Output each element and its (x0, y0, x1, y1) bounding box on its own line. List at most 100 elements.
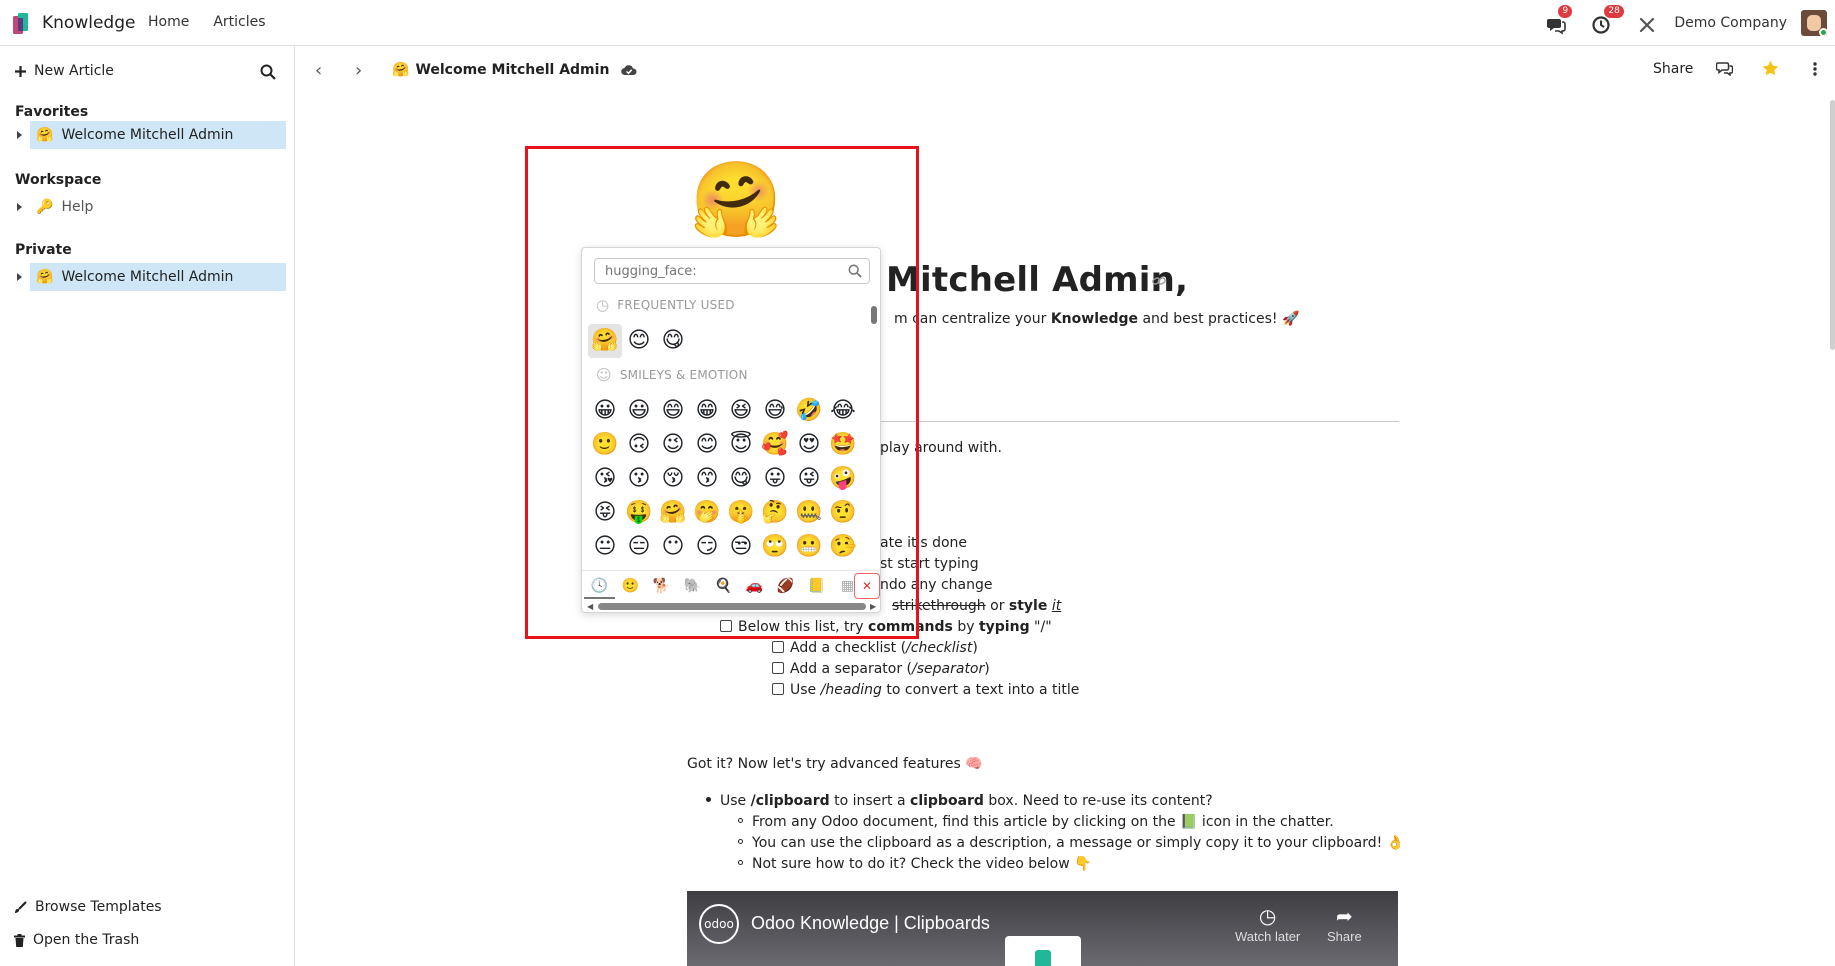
emoji-button[interactable]: 🙂 (588, 428, 622, 462)
favorite-star-icon[interactable] (1762, 60, 1779, 76)
emoji-button[interactable]: 🤥 (826, 530, 860, 564)
watch-later-button[interactable]: ◷ Watch later (1235, 905, 1300, 944)
bullet-dot (706, 797, 711, 802)
workspace-item-help[interactable]: 🔑 Help (30, 193, 286, 221)
emoji-button[interactable]: 😄 (656, 394, 690, 428)
emoji-row: 😐 😑 😶 😏 😒 🙄 😬 🤥 (588, 530, 860, 564)
favorite-item-welcome[interactable]: 🤗 Welcome Mitchell Admin (30, 121, 286, 149)
search-icon[interactable] (260, 64, 276, 80)
emoji-button[interactable]: 🤨 (826, 496, 860, 530)
breadcrumb-article-title[interactable]: 🤗 Welcome Mitchell Admin (392, 62, 637, 78)
checkbox[interactable] (720, 620, 732, 632)
emoji-button[interactable]: 🙄 (758, 530, 792, 564)
emoji-button[interactable]: 😏 (690, 530, 724, 564)
scrollbar-thumb[interactable] (871, 306, 877, 324)
emoji-button[interactable]: 😊 (690, 428, 724, 462)
checklist-text-end: ) (984, 661, 990, 677)
scroll-right-icon[interactable]: ▶ (870, 602, 876, 611)
article-icon-emoji[interactable]: 🤗 (690, 160, 782, 240)
checkbox[interactable] (772, 641, 784, 653)
emoji-button[interactable]: 😶 (656, 530, 690, 564)
company-switcher[interactable]: Demo Company (1674, 15, 1787, 31)
emoji-button[interactable]: 😗 (622, 462, 656, 496)
emoji-button[interactable]: 😆 (724, 394, 758, 428)
tab-food[interactable]: 🍳 (708, 573, 739, 599)
open-trash-button[interactable]: Open the Trash (14, 932, 139, 948)
emoji-button[interactable]: 😐 (588, 530, 622, 564)
favorites-item-expand-caret[interactable] (17, 131, 22, 139)
emoji-search-input[interactable] (594, 258, 870, 284)
user-avatar[interactable] (1801, 10, 1827, 36)
link-icon[interactable] (1152, 276, 1166, 286)
tab-smileys[interactable]: 🙂 (615, 573, 646, 599)
app-name[interactable]: Knowledge (42, 13, 135, 33)
forward-arrow-icon[interactable]: › (355, 60, 362, 81)
back-arrow-icon[interactable]: ‹ (315, 60, 322, 81)
emoji-button[interactable]: 😅 (758, 394, 792, 428)
emoji-button[interactable]: 😛 (758, 462, 792, 496)
emoji-button[interactable]: 🤭 (690, 496, 724, 530)
activities-button[interactable]: 28 (1592, 5, 1624, 34)
tabs-horizontal-scrollbar[interactable] (598, 603, 866, 610)
emoji-button[interactable]: 😃 (622, 394, 656, 428)
emoji-button[interactable]: 🙃 (622, 428, 656, 462)
emoji-button[interactable]: 😂 (826, 394, 860, 428)
emoji-button[interactable]: 🤫 (724, 496, 758, 530)
page-scrollbar[interactable] (1830, 100, 1835, 350)
emoji-button[interactable]: 😋 (656, 324, 690, 358)
emoji-list-scrollbar[interactable] (871, 296, 877, 554)
video-title[interactable]: Odoo Knowledge | Clipboards (751, 913, 990, 934)
private-item-welcome[interactable]: 🤗 Welcome Mitchell Admin (30, 263, 286, 291)
knowledge-app-icon[interactable] (12, 12, 30, 36)
tab-people[interactable]: 🐕 (646, 573, 677, 599)
emoji-button[interactable]: 😜 (792, 462, 826, 496)
share-arrow-icon: ➦ (1335, 906, 1353, 928)
share-button[interactable]: Share (1653, 61, 1693, 77)
close-picker-button[interactable]: ✕ (854, 573, 880, 599)
emoji-button[interactable]: 😘 (588, 462, 622, 496)
emoji-button[interactable]: 🤗 (588, 324, 622, 358)
scroll-left-icon[interactable]: ◀ (587, 602, 593, 611)
chatter-toggle-icon[interactable] (1716, 61, 1733, 76)
checkbox[interactable] (772, 683, 784, 695)
emoji-button[interactable]: 😝 (588, 496, 622, 530)
emoji-button[interactable]: 🤣 (792, 394, 826, 428)
menu-articles[interactable]: Articles (213, 14, 265, 30)
embedded-video[interactable]: odoo Odoo Knowledge | Clipboards ◷ Watch… (687, 891, 1398, 966)
more-options-icon[interactable] (1813, 62, 1817, 76)
checkbox[interactable] (772, 662, 784, 674)
debug-tools-button[interactable] (1638, 12, 1660, 34)
emoji-button[interactable]: 😙 (690, 462, 724, 496)
emoji-button[interactable]: 😚 (656, 462, 690, 496)
private-item-expand-caret[interactable] (17, 273, 22, 281)
emoji-button[interactable]: 🤗 (656, 496, 690, 530)
tab-activities[interactable]: 🏈 (770, 573, 801, 599)
tab-frequently-used[interactable]: 🕓 (584, 573, 615, 599)
menu-home[interactable]: Home (148, 14, 189, 30)
emoji-button[interactable]: 🤐 (792, 496, 826, 530)
emoji-button[interactable]: 😇 (724, 428, 758, 462)
emoji-button[interactable]: 😁 (690, 394, 724, 428)
emoji-button[interactable]: 😒 (724, 530, 758, 564)
tab-travel[interactable]: 🚗 (739, 573, 770, 599)
emoji-button[interactable]: 😊 (622, 324, 656, 358)
emoji-button[interactable]: 😉 (656, 428, 690, 462)
tab-animals[interactable]: 🐘 (677, 573, 708, 599)
tab-objects[interactable]: 📒 (801, 573, 832, 599)
emoji-button[interactable]: 🤑 (622, 496, 656, 530)
emoji-button[interactable]: 😬 (792, 530, 826, 564)
emoji-button[interactable]: 😀 (588, 394, 622, 428)
emoji-button[interactable]: 🤪 (826, 462, 860, 496)
browse-templates-button[interactable]: Browse Templates (14, 899, 162, 915)
new-article-button[interactable]: New Article (15, 63, 114, 79)
emoji-button[interactable]: 🥰 (758, 428, 792, 462)
emoji-button[interactable]: 🤩 (826, 428, 860, 462)
emoji-button[interactable]: 😍 (792, 428, 826, 462)
emoji-button[interactable]: 😑 (622, 530, 656, 564)
emoji-button[interactable]: 😋 (724, 462, 758, 496)
video-share-button[interactable]: ➦ Share (1327, 905, 1362, 944)
workspace-item-expand-caret[interactable] (17, 203, 22, 211)
messages-button[interactable]: 9 (1546, 5, 1573, 35)
emoji-button[interactable]: 🤔 (758, 496, 792, 530)
trash-icon (14, 933, 25, 947)
